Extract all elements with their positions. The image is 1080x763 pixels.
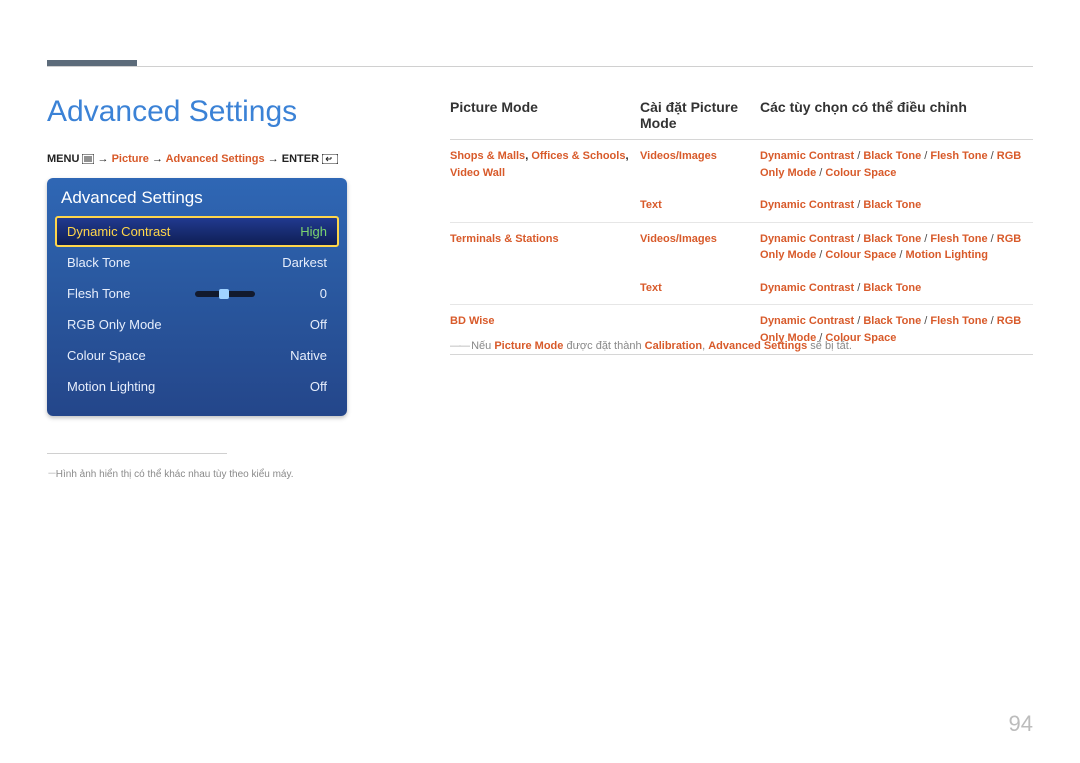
calibration-note: ―― Nếu Picture Mode được đặt thành Calib…	[450, 340, 852, 352]
table-row: TextDynamic Contrast / Black Tone	[450, 272, 1033, 306]
osd-row-label: RGB Only Mode	[67, 317, 162, 332]
breadcrumb-picture: Picture	[112, 153, 149, 165]
osd-row-value: Off	[310, 317, 327, 332]
osd-row-value: High	[300, 224, 327, 239]
cell-picture-mode: Terminals & Stations	[450, 231, 640, 264]
note-text: Nếu	[471, 340, 494, 352]
osd-row-value: Darkest	[282, 255, 327, 270]
options-table: Picture Mode Cài đặt Picture Mode Các tù…	[450, 99, 1033, 355]
table-row: TextDynamic Contrast / Black Tone	[450, 189, 1033, 223]
section-marker	[47, 60, 137, 66]
osd-row-label: Colour Space	[67, 348, 146, 363]
table-row: Shops & Malls, Offices & Schools, Video …	[450, 140, 1033, 189]
cell-options: Dynamic Contrast / Black Tone / Flesh To…	[760, 148, 1033, 181]
breadcrumb-advanced: Advanced Settings	[166, 153, 265, 165]
th-picture-mode: Picture Mode	[450, 99, 640, 131]
breadcrumb-arrow: →	[98, 153, 109, 165]
osd-row-label: Flesh Tone	[67, 286, 130, 301]
osd-row[interactable]: Dynamic Contrast High	[55, 216, 339, 247]
note-as: Advanced Settings	[708, 340, 807, 352]
page-number: 94	[1009, 711, 1033, 737]
osd-row[interactable]: Black Tone Darkest	[55, 247, 339, 278]
osd-row[interactable]: Flesh Tone 0	[55, 278, 339, 309]
top-rule	[47, 66, 1033, 67]
cell-options: Dynamic Contrast / Black Tone	[760, 280, 1033, 297]
osd-title: Advanced Settings	[47, 178, 347, 216]
table-header-row: Picture Mode Cài đặt Picture Mode Các tù…	[450, 99, 1033, 140]
osd-row[interactable]: Colour Space Native	[55, 340, 339, 371]
osd-row-value: 0	[320, 286, 327, 301]
osd-row-label: Black Tone	[67, 255, 130, 270]
th-setting: Cài đặt Picture Mode	[640, 99, 760, 131]
menu-icon	[82, 154, 94, 167]
cell-options: Dynamic Contrast / Black Tone	[760, 197, 1033, 214]
osd-panel: Advanced Settings Dynamic Contrast High Bl…	[47, 178, 347, 416]
breadcrumb-arrow: →	[268, 153, 279, 165]
enter-icon	[322, 154, 338, 167]
note-dash: ――	[450, 340, 468, 352]
cell-setting: Videos/Images	[640, 231, 760, 264]
breadcrumb-arrow: →	[152, 153, 163, 165]
th-options: Các tùy chọn có thể điều chỉnh	[760, 99, 1033, 131]
osd-row-value: Off	[310, 379, 327, 394]
cell-setting: Text	[640, 197, 760, 214]
breadcrumb-menu: MENU	[47, 153, 79, 165]
breadcrumb-enter: ENTER	[282, 153, 319, 165]
table-row: Terminals & StationsVideos/ImagesDynamic…	[450, 223, 1033, 272]
cell-picture-mode: Shops & Malls, Offices & Schools, Video …	[450, 148, 640, 181]
osd-list: Dynamic Contrast High Black Tone Darkest Fle…	[55, 216, 339, 402]
osd-row[interactable]: RGB Only Mode Off	[55, 309, 339, 340]
cell-picture-mode	[450, 197, 640, 214]
osd-row-label: Dynamic Contrast	[67, 224, 170, 239]
cell-options: Dynamic Contrast / Black Tone / Flesh To…	[760, 231, 1033, 264]
osd-footnote: Hình ảnh hiển thị có thể khác nhau tùy t…	[47, 465, 294, 480]
osd-row-label: Motion Lighting	[67, 379, 155, 394]
cell-setting: Videos/Images	[640, 148, 760, 181]
osd-row[interactable]: Motion Lighting Off	[55, 371, 339, 402]
cell-setting: Text	[640, 280, 760, 297]
footnote-rule	[47, 453, 227, 454]
note-cal: Calibration	[645, 340, 702, 352]
note-text: được đặt thành	[563, 340, 644, 352]
note-pm: Picture Mode	[494, 340, 563, 352]
breadcrumb: MENU → Picture → Advanced Settings → ENT…	[47, 153, 338, 167]
slider[interactable]	[195, 291, 255, 297]
osd-row-value: Native	[290, 348, 327, 363]
cell-picture-mode	[450, 280, 640, 297]
note-text: sẽ bị tắt.	[807, 340, 852, 352]
page-title: Advanced Settings	[47, 95, 297, 129]
